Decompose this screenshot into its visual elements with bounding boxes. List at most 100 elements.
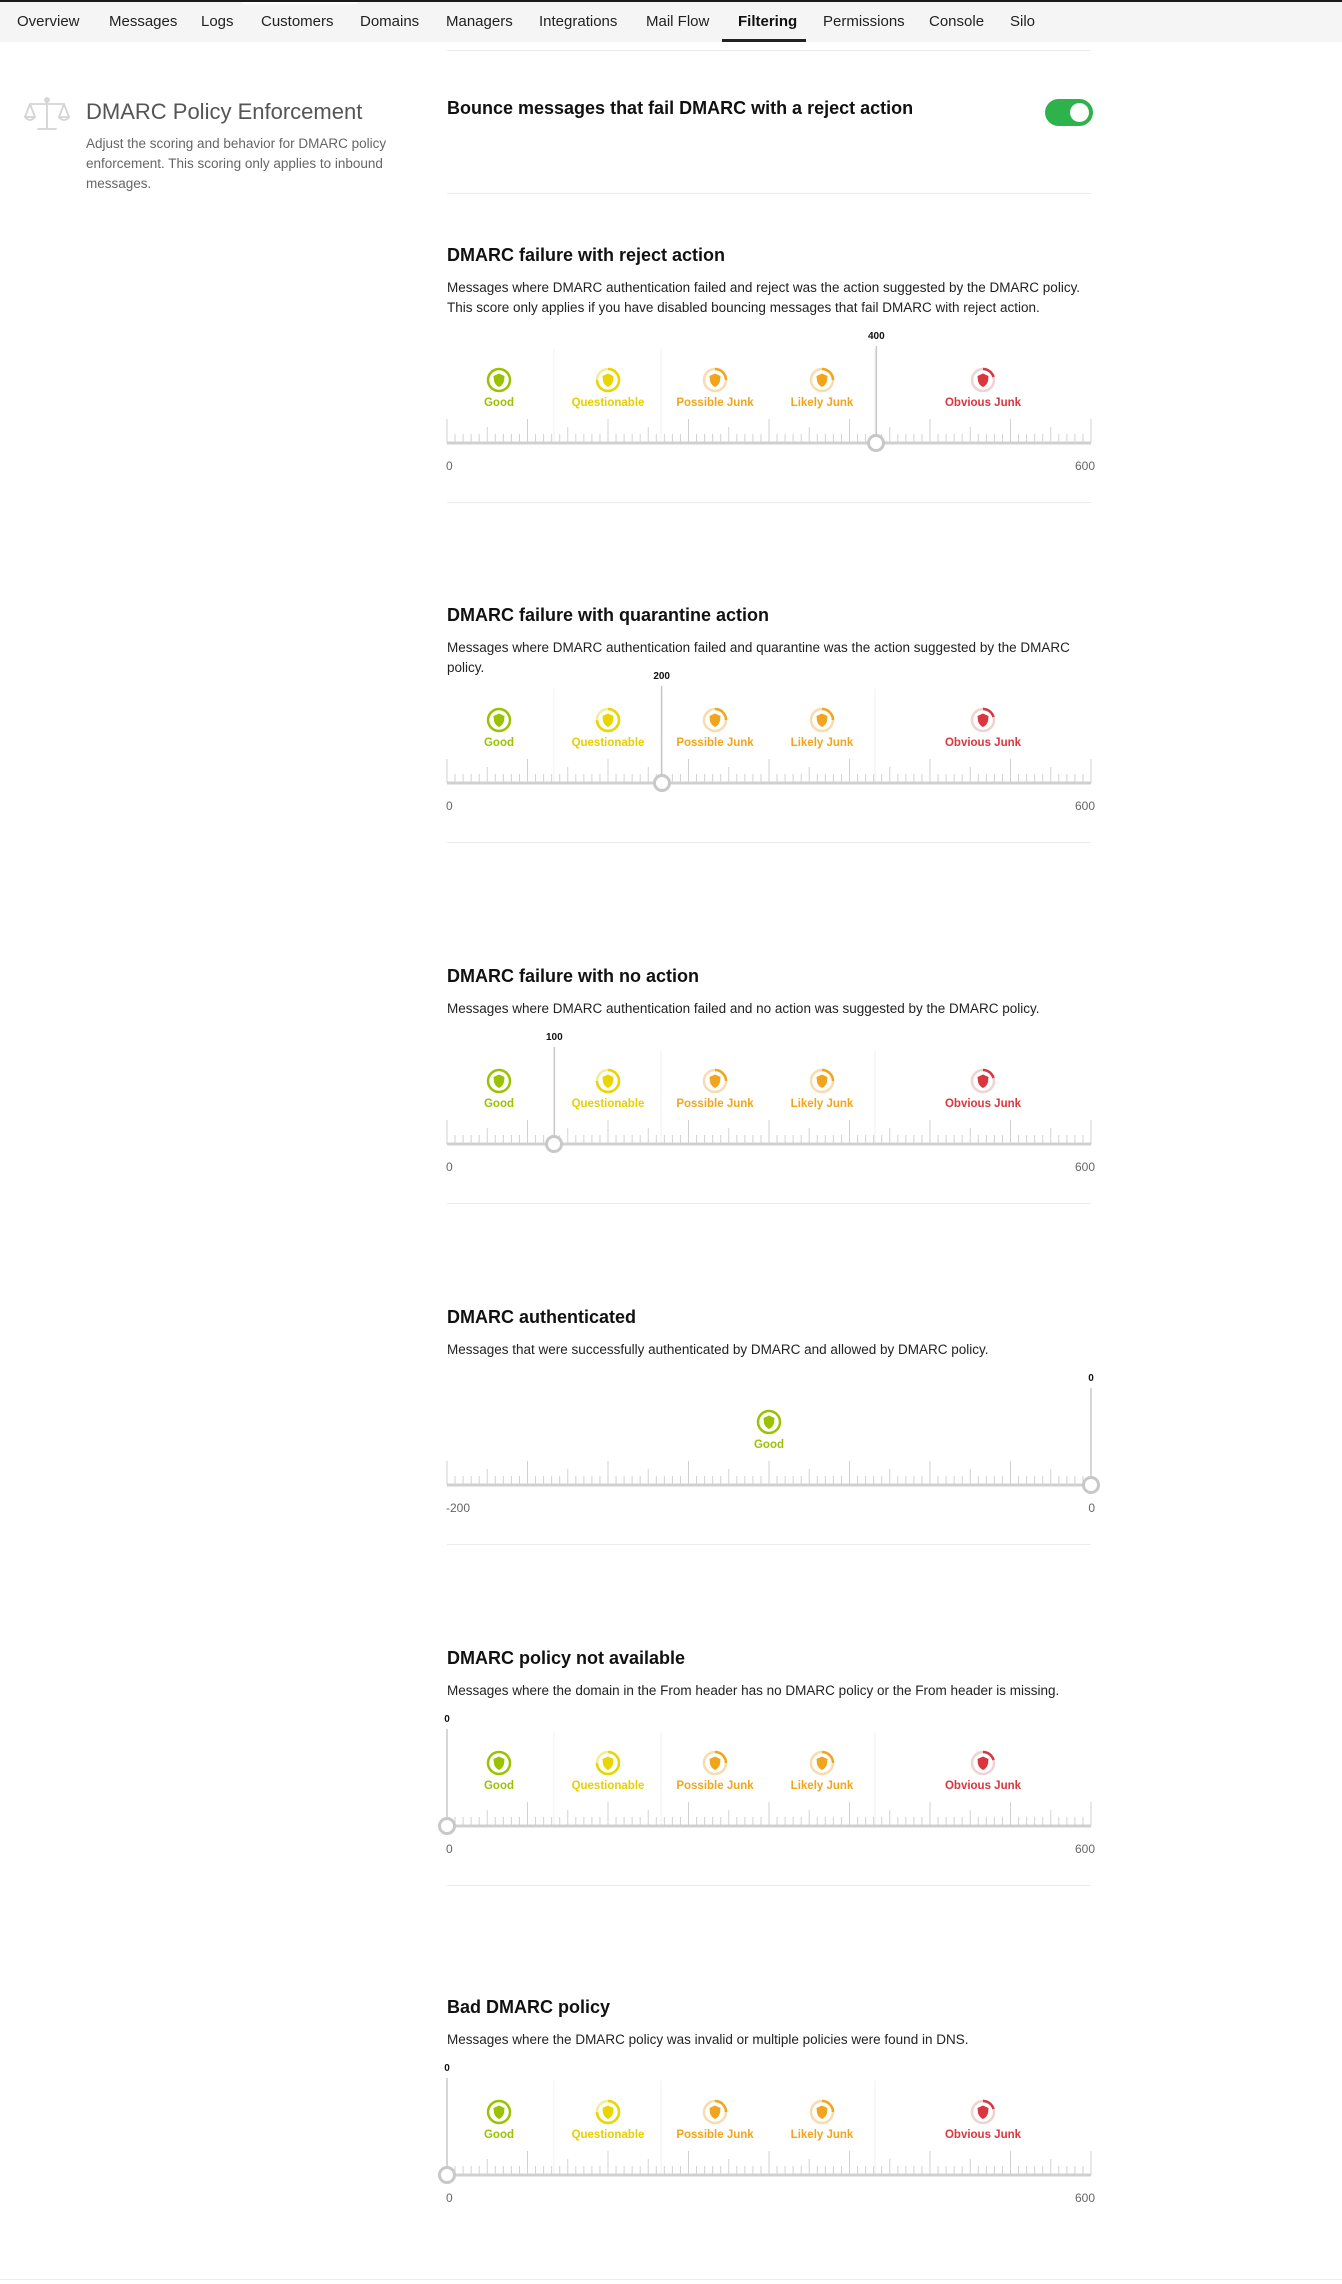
category-label-questionable: Questionable [571, 397, 645, 409]
slider-min-label: 0 [446, 2191, 453, 2205]
slider-min-label: 0 [446, 1842, 453, 1856]
shield-questionable-icon [595, 1068, 621, 1094]
shield-likely-junk-icon [809, 367, 835, 393]
slider-handle[interactable] [438, 1817, 456, 1835]
shield-good-icon [756, 1409, 782, 1435]
slider-max-label: 600 [1074, 459, 1095, 473]
shield-possible-junk-icon [702, 1750, 728, 1776]
slider-max-label: 600 [1074, 1160, 1095, 1174]
category-label-likely-junk: Likely Junk [790, 1098, 854, 1110]
tab-managers[interactable]: Managers [446, 2, 513, 42]
tab-domains[interactable]: Domains [360, 2, 419, 42]
tab-silo[interactable]: Silo [1010, 2, 1035, 42]
card-title: DMARC policy not available [447, 1648, 686, 1668]
score-slider[interactable]: Good Questionable Possible Junk Likely Junk… [446, 671, 1095, 827]
tab-integrations[interactable]: Integrations [539, 2, 617, 42]
score-slider[interactable]: Good 0 -200 0 [446, 1373, 1100, 1529]
category-label-good: Good [483, 2129, 515, 2141]
bounce-divider [447, 193, 1091, 194]
tab-console[interactable]: Console [929, 2, 984, 42]
slider-handle[interactable] [545, 1135, 564, 1153]
tab-filtering[interactable]: Filtering [738, 2, 797, 42]
slider-min-label: 0 [446, 459, 453, 473]
category-label-likely-junk: Likely Junk [790, 737, 854, 749]
card-divider [447, 1203, 1091, 1204]
shield-likely-junk-icon [809, 707, 835, 733]
slider-min-label: 0 [446, 1160, 453, 1174]
shield-good-icon [486, 367, 512, 393]
tab-overview[interactable]: Overview [17, 2, 80, 42]
shield-questionable-icon [595, 1750, 621, 1776]
section-title: DMARC Policy Enforcement [86, 99, 363, 124]
category-label-likely-junk: Likely Junk [790, 2129, 854, 2141]
card-description: Messages where the DMARC policy was inva… [447, 2032, 969, 2047]
category-label-possible-junk: Possible Junk [676, 1780, 754, 1792]
card-divider [447, 502, 1091, 503]
section-description: Adjust the scoring and behavior for DMAR… [86, 136, 387, 191]
bounce-toggle-switch[interactable] [1045, 99, 1093, 126]
tab-active-indicator [722, 39, 806, 42]
tab-messages[interactable]: Messages [109, 2, 177, 42]
slider-handle[interactable] [867, 434, 886, 452]
slider-graphic [446, 686, 1092, 785]
slider-handle[interactable] [652, 774, 671, 792]
card-description: Messages where DMARC authentication fail… [447, 1001, 1040, 1016]
card-description: Messages where DMARC authentication fail… [447, 640, 1070, 675]
category-label-obvious-junk: Obvious Junk [944, 1780, 1022, 1792]
category-label-good: Good [483, 737, 515, 749]
score-slider[interactable]: Good Questionable Possible Junk Likely Junk… [446, 331, 1095, 487]
slider-max-label: 0 [1088, 1501, 1095, 1515]
card-description: Messages where the domain in the From he… [447, 1683, 1060, 1698]
shield-good-icon [486, 1750, 512, 1776]
shield-obvious-junk-icon [970, 707, 996, 733]
slider-graphic [446, 1729, 1092, 1828]
shield-obvious-junk-icon [970, 367, 996, 393]
bounce-toggle-label: Bounce messages that fail DMARC with a r… [447, 98, 914, 118]
score-slider[interactable]: Good Questionable Possible Junk Likely Junk… [438, 1714, 1095, 1870]
card-divider [447, 1885, 1091, 1886]
category-label-good: Good [483, 1098, 515, 1110]
shield-questionable-icon [595, 367, 621, 393]
slider-value-label: 200 [653, 671, 670, 682]
slider-max-label: 600 [1074, 2191, 1095, 2205]
score-slider[interactable]: Good Questionable Possible Junk Likely Junk… [446, 1032, 1095, 1188]
category-label-good: Good [753, 1439, 785, 1451]
category-label-obvious-junk: Obvious Junk [944, 397, 1022, 409]
slider-value-label: 400 [867, 331, 885, 342]
tab-mail-flow[interactable]: Mail Flow [646, 2, 709, 42]
card-title: DMARC failure with quarantine action [447, 605, 770, 625]
shield-good-icon [486, 707, 512, 733]
category-label-obvious-junk: Obvious Junk [944, 737, 1022, 749]
shield-questionable-icon [595, 707, 621, 733]
card-title: DMARC failure with reject action [447, 245, 726, 265]
shield-questionable-icon [595, 2099, 621, 2125]
category-label-likely-junk: Likely Junk [790, 397, 854, 409]
shield-possible-junk-icon [702, 367, 728, 393]
category-label-possible-junk: Possible Junk [676, 397, 754, 409]
shield-obvious-junk-icon [970, 1068, 996, 1094]
slider-handle[interactable] [1082, 1476, 1100, 1494]
tab-customers[interactable]: Customers [261, 2, 334, 42]
shield-likely-junk-icon [809, 2099, 835, 2125]
card-divider [447, 842, 1091, 843]
card-divider [447, 1544, 1091, 1545]
scale-icon [24, 97, 70, 130]
slider-handle[interactable] [438, 2166, 456, 2184]
category-label-questionable: Questionable [571, 1098, 645, 1110]
slider-value-label: 0 [444, 1714, 450, 1725]
tab-bar: Overview Messages Logs Customers Domains… [0, 2, 1342, 42]
category-label-possible-junk: Possible Junk [676, 2129, 754, 2141]
score-slider[interactable]: Good Questionable Possible Junk Likely Junk… [438, 2063, 1095, 2219]
tab-logs[interactable]: Logs [201, 2, 234, 42]
category-label-likely-junk: Likely Junk [790, 1780, 854, 1792]
section-divider [447, 50, 1091, 51]
tab-permissions[interactable]: Permissions [823, 2, 905, 42]
slider-min-label: -200 [446, 1501, 471, 1515]
shield-obvious-junk-icon [970, 1750, 996, 1776]
shield-possible-junk-icon [702, 707, 728, 733]
category-label-questionable: Questionable [571, 1780, 645, 1792]
slider-value-label: 100 [545, 1032, 563, 1043]
shield-good-icon [486, 1068, 512, 1094]
shield-possible-junk-icon [702, 2099, 728, 2125]
card-title: DMARC authenticated [447, 1307, 637, 1327]
